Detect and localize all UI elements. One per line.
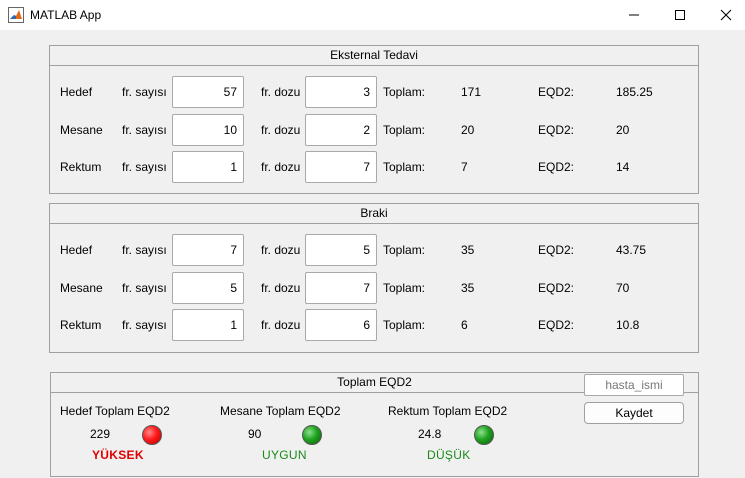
mesane-toplam-value: 90 <box>248 427 262 441</box>
maximize-button[interactable] <box>657 0 703 30</box>
maximize-icon <box>675 10 685 20</box>
eqd2-label: EQD2: <box>538 85 575 99</box>
toplam-label: Toplam: <box>383 85 426 99</box>
braki-row-name: Mesane <box>60 281 103 295</box>
fr-sayisi-label: fr. sayısı <box>122 243 167 257</box>
mesane-status-text: UYGUN <box>262 448 307 462</box>
eksternal-panel-title: Eksternal Tedavi <box>50 46 698 66</box>
rektum-toplam-label: Rektum Toplam EQD2 <box>388 404 508 418</box>
fr-sayisi-label: fr. sayısı <box>122 318 167 332</box>
patient-name-input[interactable] <box>584 374 684 396</box>
fr-dozu-label: fr. dozu <box>261 243 301 257</box>
eksternal-rektum-fr-sayisi-field[interactable]: 1 <box>172 151 244 183</box>
mesane-status-lamp <box>302 425 322 445</box>
toplam-label: Toplam: <box>383 243 426 257</box>
eqd2-label: EQD2: <box>538 318 575 332</box>
eqd2-label: EQD2: <box>538 243 575 257</box>
minimize-icon <box>629 14 639 16</box>
braki-hedef-fr-sayisi-field[interactable]: 7 <box>172 234 244 266</box>
eksternal-row-name: Mesane <box>60 123 103 137</box>
rektum-status-lamp <box>474 425 494 445</box>
fr-dozu-label: fr. dozu <box>261 281 301 295</box>
eqd2-label: EQD2: <box>538 160 575 174</box>
eqd2-label: EQD2: <box>538 281 575 295</box>
toplam-label: Toplam: <box>383 318 426 332</box>
eksternal-row-name: Rektum <box>60 160 102 174</box>
eksternal-hedef-toplam-value: 171 <box>461 85 482 99</box>
braki-mesane-fr-dozu-field[interactable]: 7 <box>305 272 377 304</box>
fr-dozu-label: fr. dozu <box>261 123 301 137</box>
braki-rektum-toplam-value: 6 <box>461 318 468 332</box>
fr-dozu-label: fr. dozu <box>261 85 301 99</box>
eksternal-rektum-toplam-value: 7 <box>461 160 468 174</box>
eksternal-mesane-eqd2-value: 20 <box>616 123 630 137</box>
eksternal-hedef-fr-dozu-field[interactable]: 3 <box>305 76 377 108</box>
window-title: MATLAB App <box>30 8 102 22</box>
braki-row-name: Hedef <box>60 243 93 257</box>
hedef-toplam-value: 229 <box>90 427 111 441</box>
braki-rektum-fr-sayisi-field[interactable]: 1 <box>172 309 244 341</box>
braki-hedef-eqd2-value: 43.75 <box>616 243 647 257</box>
eksternal-row-name: Hedef <box>60 85 93 99</box>
fr-sayisi-label: fr. sayısı <box>122 85 167 99</box>
fr-sayisi-label: fr. sayısı <box>122 160 167 174</box>
braki-rektum-fr-dozu-field[interactable]: 6 <box>305 309 377 341</box>
hedef-toplam-label: Hedef Toplam EQD2 <box>60 404 170 418</box>
close-button[interactable] <box>703 0 745 30</box>
fr-sayisi-label: fr. sayısı <box>122 123 167 137</box>
fr-dozu-label: fr. dozu <box>261 318 301 332</box>
braki-row-name: Rektum <box>60 318 102 332</box>
close-icon <box>720 9 732 21</box>
eqd2-label: EQD2: <box>538 123 575 137</box>
toplam-label: Toplam: <box>383 281 426 295</box>
eksternal-rektum-eqd2-value: 14 <box>616 160 630 174</box>
braki-rektum-eqd2-value: 10.8 <box>616 318 640 332</box>
eksternal-mesane-fr-dozu-field[interactable]: 2 <box>305 114 377 146</box>
title-bar: MATLAB App <box>0 0 745 30</box>
eksternal-hedef-eqd2-value: 185.25 <box>616 85 653 99</box>
hedef-status-text: YÜKSEK <box>92 448 144 462</box>
fr-dozu-label: fr. dozu <box>261 160 301 174</box>
rektum-status-text: DÜŞÜK <box>427 448 471 462</box>
eksternal-hedef-fr-sayisi-field[interactable]: 57 <box>172 76 244 108</box>
eksternal-mesane-fr-sayisi-field[interactable]: 10 <box>172 114 244 146</box>
matlab-icon <box>8 7 24 23</box>
braki-hedef-toplam-value: 35 <box>461 243 475 257</box>
eksternal-rektum-fr-dozu-field[interactable]: 7 <box>305 151 377 183</box>
eksternal-mesane-toplam-value: 20 <box>461 123 475 137</box>
mesane-toplam-label: Mesane Toplam EQD2 <box>220 404 341 418</box>
braki-mesane-toplam-value: 35 <box>461 281 475 295</box>
hedef-status-lamp <box>142 425 162 445</box>
save-button[interactable]: Kaydet <box>584 402 684 424</box>
rektum-toplam-value: 24.8 <box>418 427 442 441</box>
toplam-label: Toplam: <box>383 160 426 174</box>
fr-sayisi-label: fr. sayısı <box>122 281 167 295</box>
braki-hedef-fr-dozu-field[interactable]: 5 <box>305 234 377 266</box>
braki-panel-title: Braki <box>50 204 698 224</box>
minimize-button[interactable] <box>611 0 657 30</box>
braki-mesane-eqd2-value: 70 <box>616 281 630 295</box>
toplam-label: Toplam: <box>383 123 426 137</box>
braki-mesane-fr-sayisi-field[interactable]: 5 <box>172 272 244 304</box>
